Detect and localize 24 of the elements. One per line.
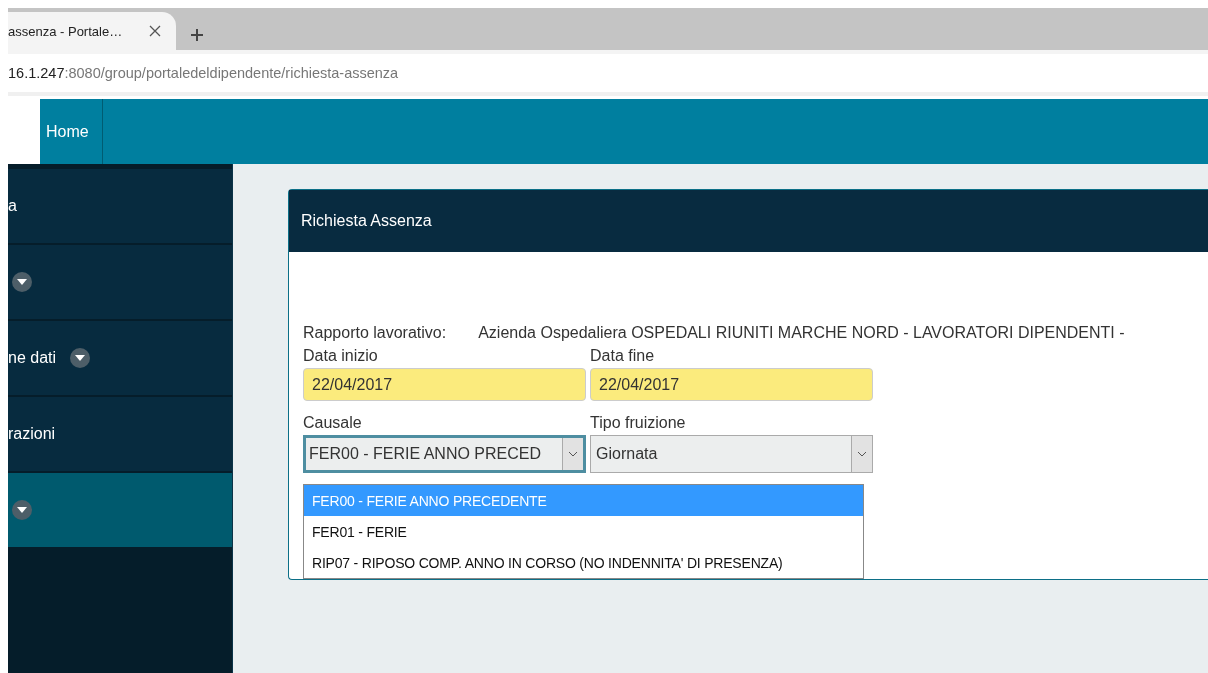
sidebar-item[interactable]: ne dati [8,321,232,395]
close-icon[interactable] [148,24,162,38]
new-tab-icon[interactable] [190,28,204,42]
select-field[interactable]: FER00 - FERIE ANNO PRECED [303,435,586,473]
field-label: Data inizio [303,346,379,366]
address-bar[interactable]: 16.1.247:8080/group/portaledeldipendente/richiesta-assenza [8,50,1208,96]
date-field[interactable]: 22/04/2017 [590,368,873,401]
field-label: Rapporto lavorativo: [303,324,447,343]
panel-title: Richiesta Assenza [289,190,1208,252]
browser-tab[interactable]: assenza - Portale… [8,12,176,50]
field-label: Data fine [590,346,656,366]
caret-icon[interactable] [12,500,32,520]
sidebar-item[interactable]: razioni [8,397,232,471]
field-label: Tipo fruizione [590,413,687,433]
caret-icon[interactable] [12,272,32,292]
date-field[interactable]: 22/04/2017 [303,368,586,401]
caret-icon[interactable] [70,348,91,368]
dropdown-option[interactable]: FER01 - FERIE [304,516,863,547]
logo-background [8,99,40,164]
dropdown-option[interactable]: RIP07 - RIPOSO COMP. ANNO IN CORSO (NO INDENNITA' DI PRESENZA) [304,547,863,578]
field-label: Causale [303,413,363,433]
field-value: Azienda Ospedaliera OSPEDALI RIUNITI MARCHE NORD - LAVORATORI DIPENDENTI - [478,324,1125,343]
select-field[interactable]: Giornata [590,435,873,473]
sidebar-item[interactable]: a [8,169,232,243]
